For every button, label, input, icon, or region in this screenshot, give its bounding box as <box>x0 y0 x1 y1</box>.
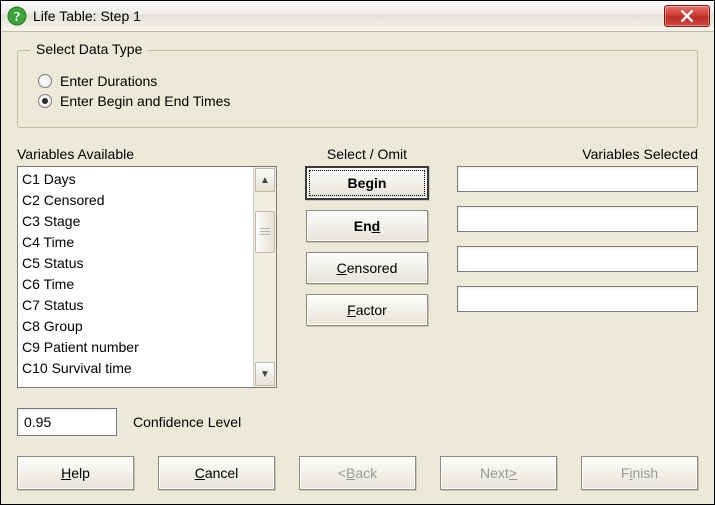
confidence-row: Confidence Level <box>17 408 698 436</box>
scroll-up-button[interactable]: ▲ <box>255 168 275 192</box>
end-button[interactable]: End <box>306 210 428 242</box>
list-item[interactable]: C8 Group <box>22 316 249 337</box>
list-item[interactable]: C4 Time <box>22 232 249 253</box>
help-button[interactable]: Help <box>17 456 134 490</box>
dialog-window: ? Life Table: Step 1 Select Data Type En… <box>0 0 715 505</box>
select-omit-label: Select / Omit <box>297 146 437 162</box>
titlebar: ? Life Table: Step 1 <box>1 1 714 32</box>
listbox-items: C1 Days C2 Censored C3 Stage C4 Time C5 … <box>18 167 253 387</box>
scroll-thumb[interactable] <box>255 211 275 253</box>
cancel-button[interactable]: Cancel <box>158 456 275 490</box>
begin-button[interactable]: Begin <box>305 166 429 200</box>
list-item[interactable]: C10 Survival time <box>22 358 249 379</box>
available-label: Variables Available <box>17 146 277 162</box>
columns: Variables Available C1 Days C2 Censored … <box>17 146 698 388</box>
close-icon <box>681 10 693 22</box>
factor-button[interactable]: Factor <box>306 294 428 326</box>
variables-selected-column: Variables Selected <box>457 146 698 326</box>
window-title: Life Table: Step 1 <box>33 8 141 24</box>
list-item[interactable]: C7 Status <box>22 295 249 316</box>
list-item[interactable]: C3 Stage <box>22 211 249 232</box>
begin-field[interactable] <box>457 166 698 192</box>
radio-enter-durations[interactable]: Enter Durations <box>38 73 683 89</box>
select-omit-column: Select / Omit Begin End Censored Factor <box>297 146 437 336</box>
confidence-level-input[interactable] <box>17 408 117 436</box>
selected-label: Variables Selected <box>457 146 698 162</box>
close-button[interactable] <box>664 5 710 27</box>
radio-label: Enter Durations <box>60 73 157 89</box>
end-field[interactable] <box>457 206 698 232</box>
finish-button: Finish <box>581 456 698 490</box>
svg-text:?: ? <box>14 10 21 25</box>
radio-icon <box>38 94 52 108</box>
help-icon: ? <box>7 6 27 26</box>
scroll-down-button[interactable]: ▼ <box>255 362 275 386</box>
selected-fields <box>457 166 698 326</box>
radio-icon <box>38 74 52 88</box>
radio-enter-begin-end[interactable]: Enter Begin and End Times <box>38 93 683 109</box>
list-item[interactable]: C1 Days <box>22 169 249 190</box>
censored-button[interactable]: Censored <box>306 252 428 284</box>
variables-available-column: Variables Available C1 Days C2 Censored … <box>17 146 277 388</box>
censored-field[interactable] <box>457 246 698 272</box>
scroll-track[interactable] <box>255 193 275 361</box>
list-item[interactable]: C6 Time <box>22 274 249 295</box>
factor-field[interactable] <box>457 286 698 312</box>
variables-available-listbox[interactable]: C1 Days C2 Censored C3 Stage C4 Time C5 … <box>17 166 277 388</box>
groupbox-legend: Select Data Type <box>30 41 148 57</box>
button-row: Help Cancel < Back Next > Finish <box>17 456 698 490</box>
client-area: Select Data Type Enter Durations Enter B… <box>1 32 714 504</box>
back-button: < Back <box>299 456 416 490</box>
list-item[interactable]: C5 Status <box>22 253 249 274</box>
data-type-groupbox: Select Data Type Enter Durations Enter B… <box>17 50 698 128</box>
list-item[interactable]: C9 Patient number <box>22 337 249 358</box>
list-item[interactable]: C2 Censored <box>22 190 249 211</box>
next-button: Next > <box>440 456 557 490</box>
confidence-level-label: Confidence Level <box>133 414 241 430</box>
scrollbar[interactable]: ▲ ▼ <box>253 167 276 387</box>
radio-label: Enter Begin and End Times <box>60 93 230 109</box>
